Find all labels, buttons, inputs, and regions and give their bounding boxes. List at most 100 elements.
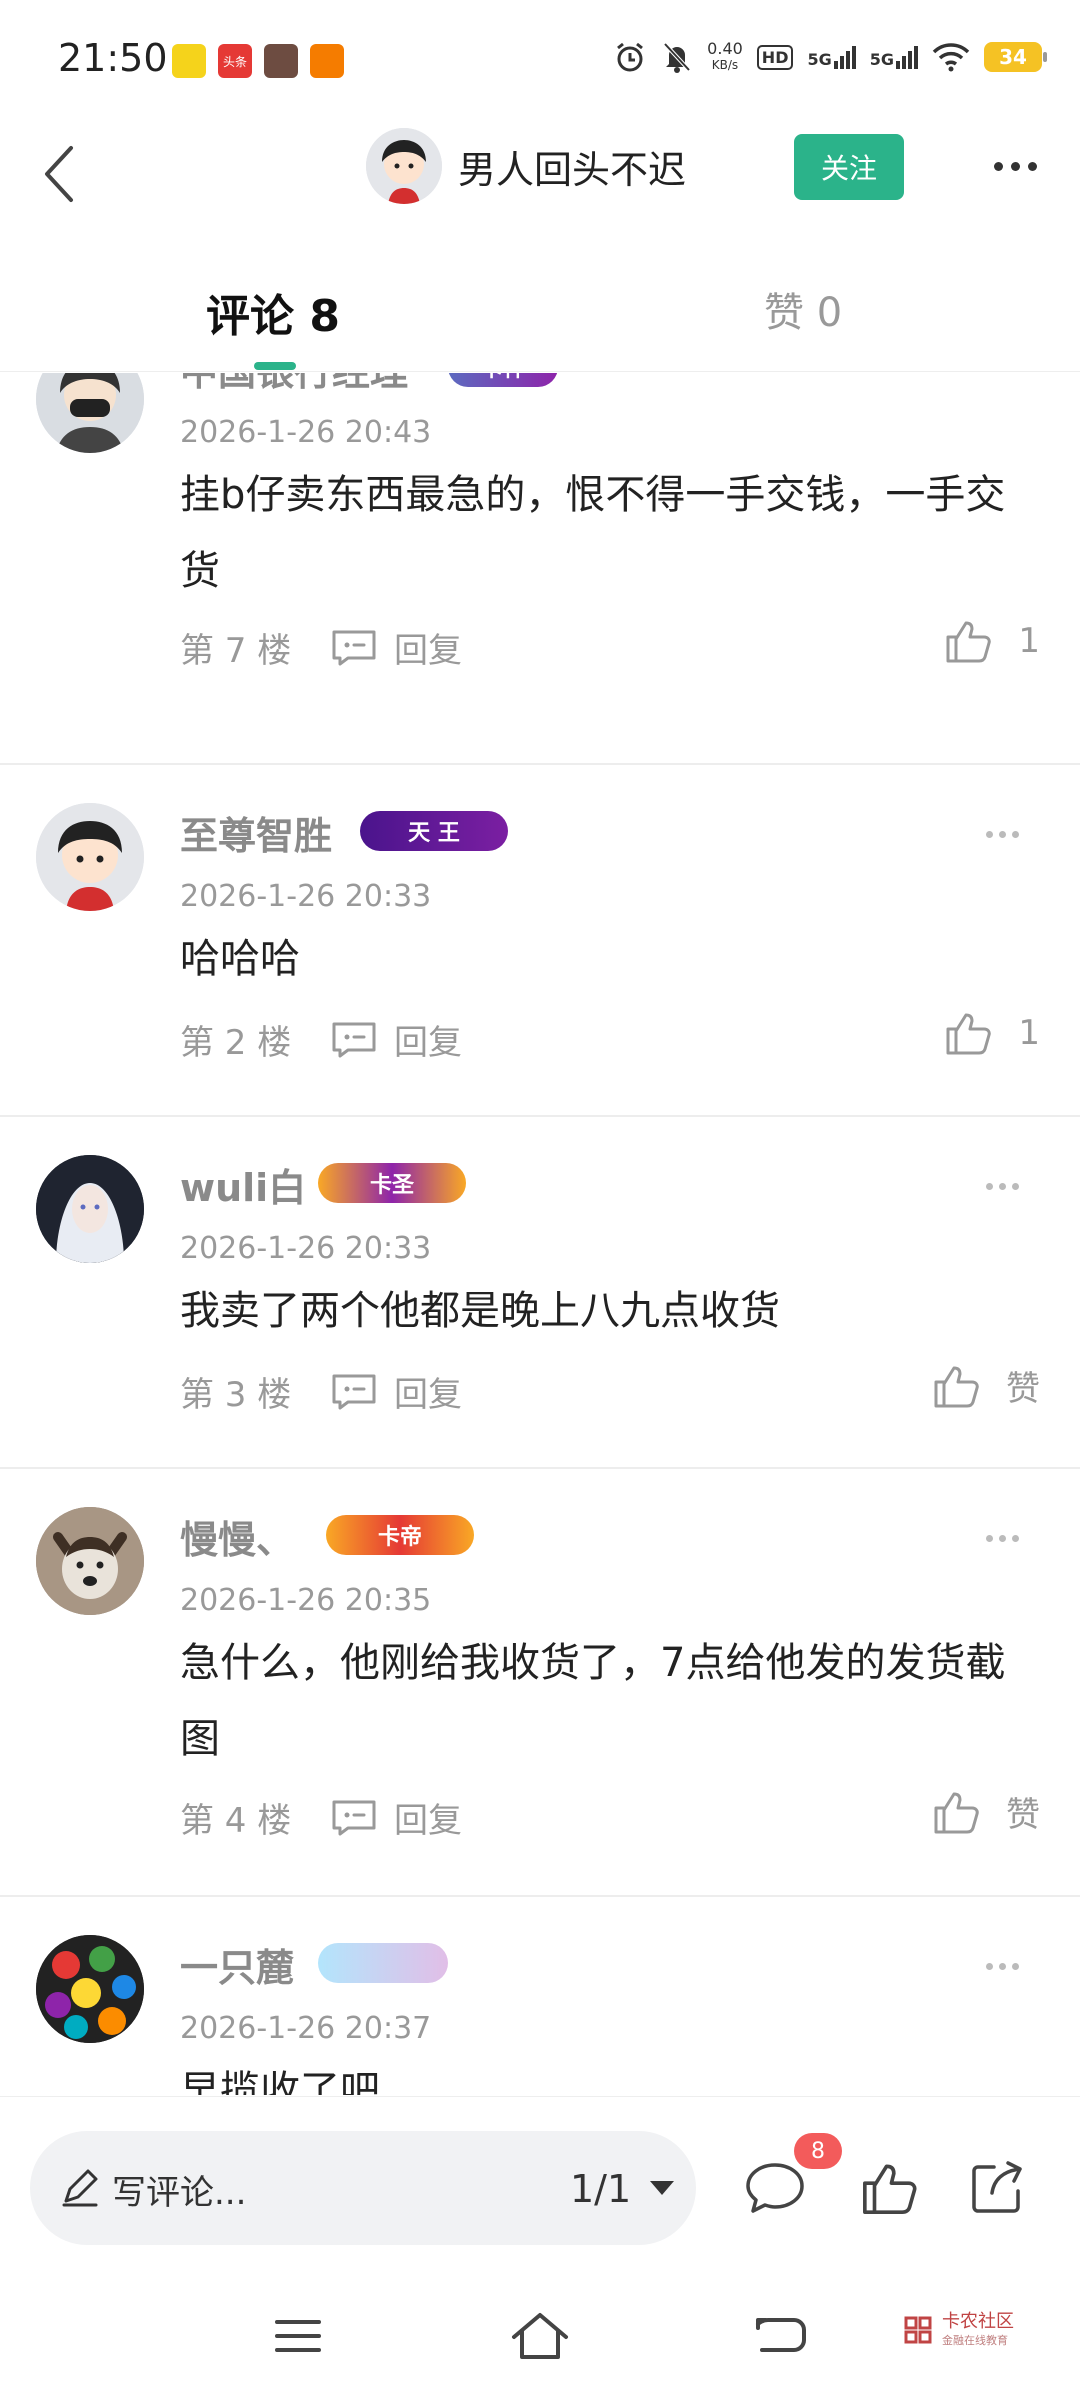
commenter-name[interactable]: 一只麓 [180, 1937, 294, 1992]
author-name: 男人回头不迟 [458, 147, 687, 192]
dog-avatar-icon [36, 1507, 144, 1615]
thumbs-up-icon [946, 621, 992, 663]
comment-bubble-icon [332, 1374, 376, 1409]
commenter-name[interactable]: 至尊智胜 [180, 805, 332, 860]
cartoon-avatar-icon [36, 803, 144, 911]
smiley-faces-avatar-icon [36, 1935, 144, 2043]
thumbs-up-icon [934, 1366, 979, 1407]
notification-app-icon [310, 44, 344, 78]
thumbs-up-icon [946, 1013, 992, 1055]
hd-icon: HD [756, 44, 794, 70]
comment-actions: 第 2 楼 回复 1 [180, 1013, 1040, 1065]
comment-more-button[interactable] [972, 1951, 1032, 1981]
rank-badge: 卡神 [448, 373, 558, 387]
caret-down-icon[interactable] [650, 2181, 674, 2195]
commenter-avatar[interactable] [36, 373, 144, 453]
reply-button[interactable]: 回复 [330, 1367, 462, 1416]
like-post-button[interactable] [854, 2153, 924, 2223]
like-button[interactable]: 赞 [932, 1787, 1040, 1836]
post-header: 男人回头不迟 关注 [0, 120, 1080, 230]
rank-badge: 卡帝 [326, 1515, 474, 1555]
commenter-name[interactable]: 慢慢、 [180, 1509, 294, 1564]
commenter-avatar[interactable] [36, 1935, 144, 2043]
rank-badge: 天 王 [360, 811, 508, 851]
return-icon [756, 2318, 806, 2352]
comment-more-button[interactable] [972, 1523, 1032, 1553]
battery-icon: 34 [984, 42, 1047, 72]
comment-text: 挂b仔卖东西最急的，恨不得一手交钱，一手交货 [180, 472, 1006, 594]
signal-sim2-icon: 5G [870, 45, 918, 69]
mute-bell-icon [663, 42, 691, 73]
like-button[interactable]: 赞 [932, 1361, 1040, 1410]
status-time: 21:50 [58, 36, 168, 80]
menu-button[interactable] [258, 2306, 338, 2366]
commenter-avatar[interactable] [36, 803, 144, 911]
follow-button[interactable]: 关注 [794, 134, 904, 200]
author-info[interactable]: 男人回头不迟 [366, 128, 686, 204]
write-comment-placeholder: 写评论... [112, 2173, 247, 2213]
commenter-avatar[interactable] [36, 1155, 144, 1263]
comment-bubble-icon [746, 2163, 804, 2213]
dot-icon [1027, 161, 1037, 171]
commenter-name[interactable]: wuli白 [180, 1157, 306, 1212]
notification-apps: 头条 [172, 44, 344, 78]
chevron-left-icon [45, 146, 73, 202]
kanong-logo-icon [904, 2316, 932, 2344]
rank-badge [318, 1943, 448, 1983]
comment-more-button[interactable] [972, 1171, 1032, 1201]
notification-app-icon [264, 44, 298, 78]
watermark: 卡农社区 金融在线教育 [900, 2312, 1014, 2348]
comment-text: 哈哈哈 [180, 936, 300, 982]
write-comment-input[interactable]: 写评论... 1/1 [30, 2131, 696, 2245]
menu-icon [275, 2320, 321, 2352]
comment-bubble-icon [332, 630, 376, 665]
alarm-icon [617, 42, 644, 72]
comment-text: 急什么，他刚给我收货了，7点给他发的发货截图 [180, 1640, 1006, 1762]
like-button[interactable]: 1 [944, 617, 1040, 665]
tab-indicator [254, 362, 296, 370]
dot-icon [1010, 161, 1020, 171]
comment-item: 一只麓 2026-1-26 20:37 早揽收了吧 [0, 1897, 1080, 2095]
comment-item: 至尊智胜 天 王 2026-1-26 20:33 哈哈哈 第 2 楼 回复 1 [0, 765, 1080, 1117]
comment-text: 我卖了两个他都是晚上八九点收货 [180, 1288, 780, 1334]
comment-list[interactable]: 中国银行经理 卡神 2026-1-26 20:43 挂b仔卖东西最急的，恨不得一… [0, 373, 1080, 2095]
home-button[interactable] [500, 2306, 580, 2366]
reply-button[interactable]: 回复 [330, 1015, 462, 1064]
comment-bubble-icon [332, 1022, 376, 1057]
comment-actions: 第 4 楼 回复 赞 [180, 1792, 1040, 1843]
watermark-title: 卡农社区 [942, 2311, 1014, 2332]
toutiao-icon: 头条 [218, 44, 252, 78]
share-button[interactable] [962, 2153, 1032, 2223]
net-speed: 0.40 KB/s [707, 39, 743, 73]
anime-character-avatar-icon [36, 1155, 144, 1263]
masked-boy-avatar-icon [36, 373, 144, 453]
tab-bar: 评论 8 赞 0 [0, 230, 1080, 372]
commenter-avatar[interactable] [36, 1507, 144, 1615]
back-nav-button[interactable] [740, 2306, 820, 2366]
comment-time: 2026-1-26 20:33 [180, 1231, 432, 1266]
page-selector[interactable]: 1/1 [570, 2167, 631, 2211]
pen-icon [62, 2169, 98, 2207]
signal-sim1-icon: 5G [807, 45, 856, 69]
thumbs-up-icon [934, 1792, 979, 1833]
comment-bubble-icon [332, 1800, 376, 1835]
comment-more-button[interactable] [972, 819, 1032, 849]
comment-text: 早揽收了吧 [180, 2068, 380, 2095]
reply-button[interactable]: 回复 [330, 1793, 462, 1842]
reply-button[interactable]: 回复 [330, 623, 462, 672]
comment-more-button[interactable] [972, 373, 1032, 383]
comment-item: wuli白 卡圣 2026-1-26 20:33 我卖了两个他都是晚上八九点收货… [0, 1117, 1080, 1469]
more-options-button[interactable] [980, 146, 1050, 186]
tab-comments[interactable]: 评论 8 [206, 280, 340, 344]
author-avatar[interactable] [366, 128, 442, 204]
wifi-icon [932, 43, 970, 72]
comment-time: 2026-1-26 20:33 [180, 879, 432, 914]
comment-time: 2026-1-26 20:37 [180, 2011, 432, 2046]
cartoon-avatar-icon [366, 128, 442, 204]
like-button[interactable]: 1 [944, 1009, 1040, 1057]
back-button[interactable] [24, 134, 94, 214]
commenter-name[interactable]: 中国银行经理 [180, 373, 408, 396]
comment-time: 2026-1-26 20:43 [180, 415, 432, 450]
comment-item: 慢慢、 卡帝 2026-1-26 20:35 急什么，他刚给我收货了，7点给他发… [0, 1469, 1080, 1897]
tab-likes[interactable]: 赞 0 [764, 280, 842, 338]
